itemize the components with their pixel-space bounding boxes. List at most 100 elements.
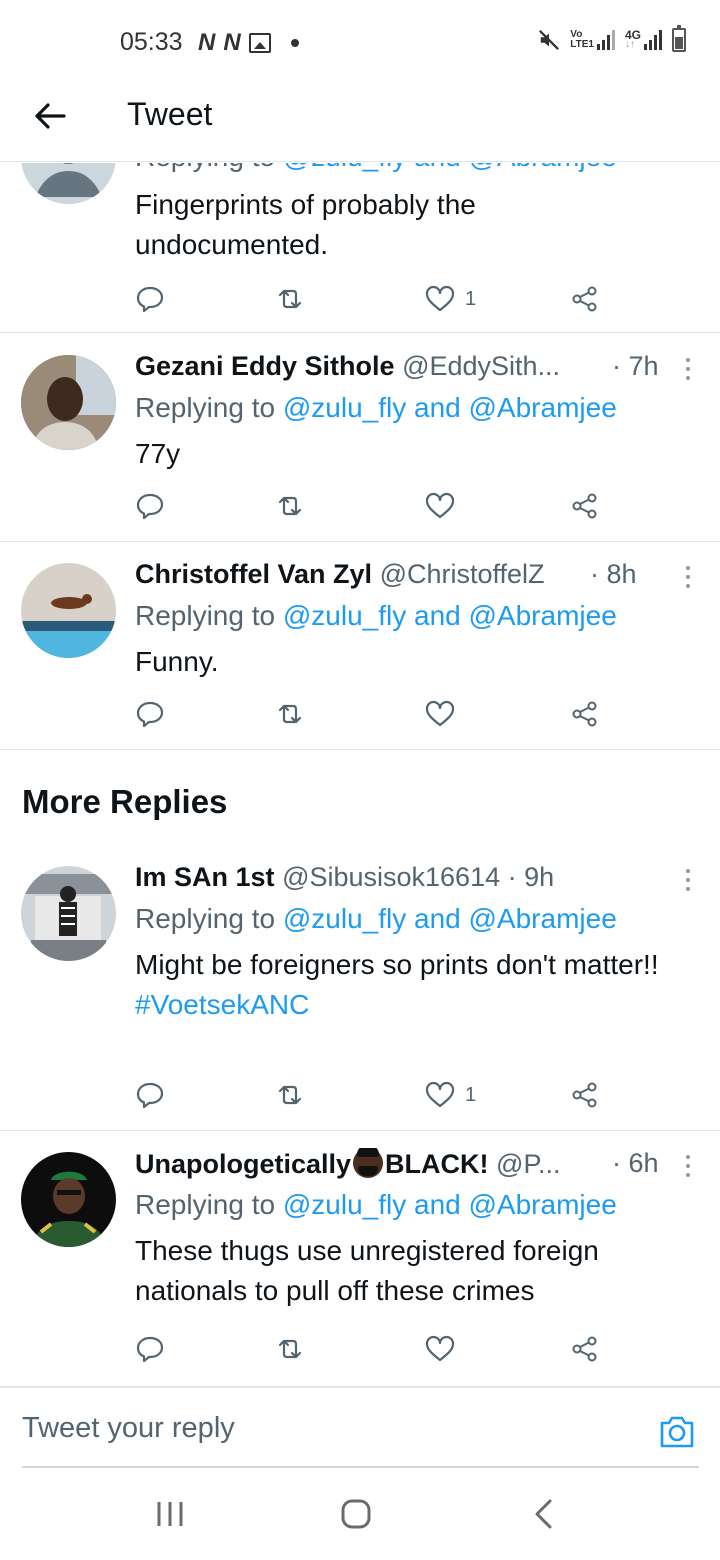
status-bar: 05:33 N N Vo LTE1 4G ↓↑ [0,0,720,80]
reply-button[interactable] [135,696,165,732]
author-name[interactable]: Gezani Eddy Sithole [135,351,395,381]
author-handle[interactable]: @ChristoffelZ [380,559,545,589]
retweet-icon [278,1339,302,1359]
author-handle[interactable]: @P... [496,1149,560,1179]
reply-input[interactable] [22,1389,632,1467]
news-notification-icon: N [198,29,216,56]
avatar[interactable] [21,866,116,961]
camera-icon[interactable] [658,1414,696,1450]
like-button[interactable] [425,1331,465,1367]
tweet-actions [135,488,615,524]
reply-icon [136,286,164,313]
share-icon [572,1082,597,1108]
4g-signal-icon: 4G ↓↑ [625,29,662,50]
author-handle[interactable]: @EddySith... [402,351,560,381]
reply-icon [136,493,164,520]
tweet-text: Fingerprints of probably the undocumente… [135,189,476,260]
heart-icon [425,285,455,312]
more-options-icon[interactable] [686,869,692,891]
more-options-icon[interactable] [686,1155,692,1177]
system-navigation-bar [0,1470,720,1560]
tweet[interactable]: Unapologetically BLACK! @P... · 6h Replyi… [0,1131,720,1385]
page-title: Tweet [127,96,213,132]
status-time: 05:33 [120,28,183,56]
retweet-button[interactable] [275,1077,305,1113]
avatar[interactable] [21,563,116,658]
avatar[interactable] [21,355,116,450]
mention-links[interactable]: @zulu_fly and @Abramjee [283,392,617,423]
tweet-text: These thugs use unregistered foreign nat… [135,1235,599,1306]
tweet-header: Gezani Eddy Sithole @EddySith... [135,351,675,382]
tweet-actions [135,696,615,732]
share-button[interactable] [570,281,600,317]
tweet-text: 77y [135,438,181,469]
tweet[interactable]: Christoffel Van Zyl @ChristoffelZ · 8h R… [0,542,720,750]
replying-to: Replying to @zulu_fly and @Abramjee [135,392,617,423]
tweet[interactable]: Replying to @zulu_fly and @Abramjee Fing… [0,163,720,333]
tweet-actions: 1 [135,1077,615,1113]
tweet-time: · 9h [507,862,555,892]
mention-links[interactable]: @zulu_fly and @Abramjee [283,163,617,172]
retweet-button[interactable] [275,696,305,732]
battery-icon [672,25,686,52]
tweet[interactable]: Im SAn 1st @Sibusisok16614 · 9h Replying… [0,845,720,1131]
retweet-icon [278,704,302,724]
author-name[interactable]: Christoffel Van Zyl [135,559,372,589]
reply-composer [0,1386,720,1468]
share-button[interactable] [570,488,600,524]
share-button[interactable] [570,696,600,732]
emoji-face-icon [353,1148,384,1178]
home-icon[interactable] [340,1498,372,1530]
back-nav-icon[interactable] [530,1498,558,1530]
mention-links[interactable]: @zulu_fly and @Abramjee [283,600,617,631]
reply-button[interactable] [135,1331,165,1367]
avatar[interactable] [21,1152,116,1247]
like-button[interactable] [425,488,465,524]
more-replies-heading: More Replies [22,783,228,820]
share-button[interactable] [570,1077,600,1113]
reply-button[interactable] [135,1077,165,1113]
share-button[interactable] [570,1331,600,1367]
like-button[interactable] [425,696,465,732]
heart-icon [425,1335,455,1362]
mute-icon [539,30,560,50]
replies-feed[interactable]: Replying to @zulu_fly and @Abramjee Fing… [0,163,720,1385]
hashtag-link[interactable]: #VoetsekANC [135,985,675,1025]
more-notifications-dot-icon [290,39,299,47]
share-icon [572,701,597,727]
retweet-icon [278,289,302,309]
author-name[interactable]: Im SAn 1st [135,862,275,892]
like-button[interactable]: 1 [425,1077,476,1113]
author-name[interactable]: Unapologetically BLACK! [135,1148,489,1179]
more-options-icon[interactable] [686,566,692,588]
reply-button[interactable] [135,488,165,524]
retweet-button[interactable] [275,488,305,524]
tweet-time: · 6h [612,1148,659,1178]
news-notification-icon: N [223,29,241,56]
retweet-icon [278,496,302,516]
like-button[interactable]: 1 [425,281,476,317]
avatar-default[interactable] [21,163,116,204]
app-header: Tweet [0,80,720,162]
mention-links[interactable]: @zulu_fly and @Abramjee [283,903,617,934]
share-icon [572,286,597,312]
tweet[interactable]: Gezani Eddy Sithole @EddySith... · 7h Re… [0,334,720,542]
retweet-button[interactable] [275,281,305,317]
like-count: 1 [465,287,477,310]
mention-links[interactable]: @zulu_fly and @Abramjee [283,1189,617,1220]
author-handle[interactable]: @Sibusisok16614 [282,862,500,892]
more-options-icon[interactable] [686,358,692,380]
tweet-text: Funny. [135,646,219,677]
retweet-button[interactable] [275,1331,305,1367]
reply-button[interactable] [135,281,165,317]
back-arrow-icon[interactable] [30,96,70,136]
heart-icon [425,700,455,727]
composer-underline [22,1466,699,1468]
recent-apps-icon[interactable] [155,1498,185,1530]
replying-to: Replying to @zulu_fly and @Abramjee [135,600,617,631]
replying-to: Replying to @zulu_fly and @Abramjee [135,163,617,173]
heart-icon [425,1081,455,1108]
tweet-actions [135,1331,615,1367]
tweet-header: Unapologetically BLACK! @P... [135,1148,675,1180]
replying-to: Replying to @zulu_fly and @Abramjee [135,1189,617,1220]
